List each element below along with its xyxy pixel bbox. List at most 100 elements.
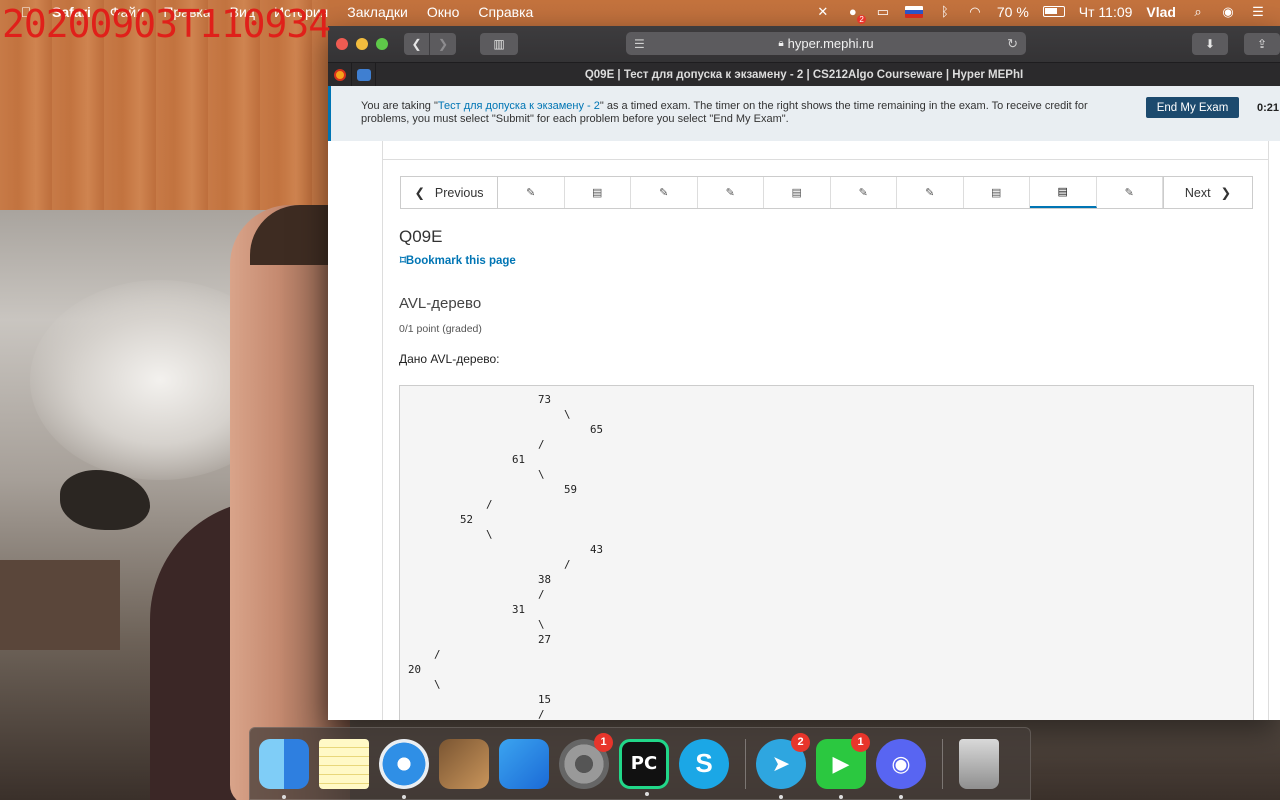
exam-notice: You are taking "Тест для допуска к экзам… <box>361 100 1101 126</box>
unit-tab-10[interactable]: ✎ <box>1097 177 1163 208</box>
fullscreen-window-button[interactable] <box>376 38 388 50</box>
dock-separator <box>745 738 746 789</box>
downloads-button[interactable]: ⬇ <box>1192 33 1228 55</box>
airplay-icon[interactable]: ▭ <box>875 4 891 20</box>
input-source-flag-icon[interactable] <box>904 5 923 18</box>
exam-link[interactable]: Тест для допуска к экзамену - 2 <box>438 100 600 112</box>
sidebar-icon: ▥ <box>493 37 505 51</box>
share-button[interactable]: ⇪ <box>1244 33 1280 55</box>
recording-timestamp: 20200903T110934 <box>2 2 331 46</box>
unit-tab-1[interactable]: ✎ <box>498 177 565 208</box>
control-list-icon[interactable]: ☰ <box>1250 4 1266 20</box>
toolbar-right: ⬇ ⇪ <box>1192 33 1280 55</box>
spotlight-icon[interactable]: ⌕ <box>1190 4 1206 20</box>
menu-help[interactable]: Справка <box>478 4 533 20</box>
previous-button[interactable]: ❮ Previous <box>401 177 498 208</box>
unit-tab-8[interactable]: ▤ <box>964 177 1030 208</box>
chevron-right-icon: ❯ <box>437 37 449 51</box>
book-icon: ▤ <box>991 187 1002 199</box>
telegram-dock-icon[interactable]: ➤ 2 <box>756 732 810 799</box>
problem-icon: ✎ <box>925 187 935 199</box>
problem-icon: ✎ <box>526 187 536 199</box>
active-tab-title[interactable]: Q09E | Тест для допуска к экзамену - 2 |… <box>328 69 1280 81</box>
problem-icon: ✎ <box>725 187 735 199</box>
dock-badge: 1 <box>594 732 613 752</box>
menu-user[interactable]: Vlad <box>1146 4 1176 20</box>
tree-code-block: 73 \ 65 / 61 \ 59 / 52 \ 43 / 38 / 31 \ … <box>399 385 1254 720</box>
pycharm-logo-text: PC <box>630 753 658 774</box>
next-button[interactable]: Next ❯ <box>1163 177 1252 208</box>
wifi-icon[interactable]: ◠ <box>967 4 983 20</box>
facetime-dock-icon[interactable]: ▶ 1 <box>816 732 870 799</box>
unit-tab-4[interactable]: ✎ <box>698 177 764 208</box>
skype-dock-icon[interactable]: S <box>679 738 729 789</box>
reader-icon[interactable]: ☰ <box>634 37 645 51</box>
back-button[interactable]: ❮ <box>404 33 430 55</box>
safari-dock-icon[interactable] <box>379 738 429 799</box>
battery-icon[interactable] <box>1042 6 1065 17</box>
reload-icon[interactable]: ↻ <box>1007 36 1018 52</box>
problem-icon: ✎ <box>659 187 669 199</box>
address-bar[interactable]: ☰ 🔒︎ hyper.mephi.ru ↻ <box>626 32 1026 55</box>
running-indicator <box>899 794 903 799</box>
problem-icon: ✎ <box>1124 187 1134 199</box>
xcode-dock-icon[interactable] <box>499 738 549 789</box>
running-indicator <box>645 791 649 796</box>
discord-dock-icon[interactable]: ◉ <box>876 738 926 799</box>
video-camera-icon: ▶ <box>832 750 850 776</box>
running-indicator <box>402 794 406 799</box>
minimize-window-button[interactable] <box>356 38 368 50</box>
paper-plane-icon: ➤ <box>771 750 791 776</box>
lock-icon: 🔒︎ <box>778 38 784 49</box>
desk-lamp <box>60 470 150 530</box>
mute-icon[interactable]: ✕ <box>815 4 831 20</box>
dock-badge: 2 <box>791 732 810 752</box>
menu-bookmarks[interactable]: Закладки <box>347 4 408 20</box>
history-nav: ❮ ❯ <box>404 33 456 55</box>
bookmark-button[interactable]: ⌑Bookmark this page <box>400 253 516 267</box>
site-favicon-icon <box>333 68 346 81</box>
unit-tab-5[interactable]: ▤ <box>764 177 831 208</box>
garageband-dock-icon[interactable] <box>439 738 489 789</box>
end-exam-button[interactable]: End My Exam <box>1146 97 1239 118</box>
close-window-button[interactable] <box>336 38 348 50</box>
notification-center-icon[interactable]: ● 2 <box>845 4 866 24</box>
problem-icon: ✎ <box>858 187 868 199</box>
skype-logo-text: S <box>695 748 713 778</box>
menu-window[interactable]: Окно <box>427 4 460 20</box>
pinned-tab-2[interactable] <box>352 62 376 87</box>
avl-tree-text: 73 \ 65 / 61 \ 59 / 52 \ 43 / 38 / 31 \ … <box>408 393 604 720</box>
share-icon: ⇪ <box>1256 37 1268 51</box>
siri-icon[interactable]: ◉ <box>1220 4 1236 20</box>
unit-tab-3[interactable]: ✎ <box>631 177 698 208</box>
dock: 1 PC S ➤ 2 ▶ 1 ◉ <box>249 727 1031 800</box>
unit-tab-6[interactable]: ✎ <box>831 177 897 208</box>
unit-tab-7[interactable]: ✎ <box>897 177 964 208</box>
battery-percent[interactable]: 70 % <box>997 4 1029 20</box>
chevron-right-icon: ❯ <box>1220 186 1232 200</box>
menu-clock[interactable]: Чт 11:09 <box>1079 4 1133 20</box>
notes-dock-icon[interactable] <box>319 738 369 789</box>
pinned-tab-1[interactable] <box>328 62 352 87</box>
bluetooth-icon[interactable]: ᛒ <box>937 4 953 20</box>
book-icon: ▤ <box>592 187 603 199</box>
problem-title: AVL-дерево <box>399 295 482 312</box>
chat-favicon-icon <box>356 68 371 81</box>
finder-dock-icon[interactable] <box>259 738 309 799</box>
pycharm-dock-icon[interactable]: PC <box>619 738 669 796</box>
unit-tab-2[interactable]: ▤ <box>565 177 631 208</box>
courseware-content: ❮ Previous ✎ ▤ ✎ ✎ ▤ ✎ ✎ ▤ ▤ ✎ Next ❯ Q09E… <box>382 141 1269 720</box>
next-label: Next <box>1184 185 1211 200</box>
safari-window: ❮ ❯ ▥ ☰ 🔒︎ hyper.mephi.ru ↻ ⬇ ⇪ Q09E | Т… <box>328 26 1280 720</box>
sidebar-toggle-button[interactable]: ▥ <box>480 33 518 55</box>
page-title: Q09E <box>399 227 443 246</box>
book-icon: ▤ <box>1057 186 1068 198</box>
problem-points: 0/1 point (graded) <box>399 323 482 335</box>
timed-exam-banner: You are taking "Тест для допуска к экзам… <box>328 86 1280 141</box>
dock-badge: 1 <box>851 732 870 752</box>
forward-button[interactable]: ❯ <box>430 33 456 55</box>
trash-dock-icon[interactable] <box>959 738 999 789</box>
unit-tab-9-active[interactable]: ▤ <box>1030 177 1097 208</box>
dock-separator <box>942 738 943 789</box>
system-preferences-dock-icon[interactable]: 1 <box>559 732 613 789</box>
